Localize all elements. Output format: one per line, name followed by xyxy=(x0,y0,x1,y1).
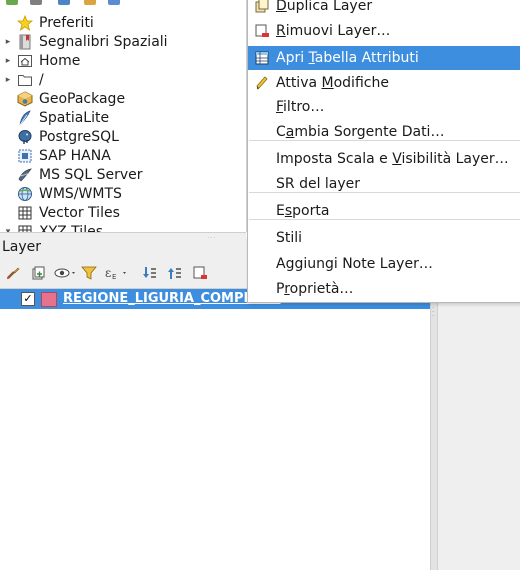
menu-item-label: Aggiungi Note Layer… xyxy=(276,256,433,272)
mssql-icon xyxy=(16,167,34,183)
menu-icon-spacer xyxy=(248,252,276,276)
postgresql-elephant-icon xyxy=(16,129,34,145)
browser-item-wms-wmts[interactable]: WMS/WMTS xyxy=(0,184,246,203)
menu-item-set-scale-visibility[interactable]: Imposta Scala e Visibilità Layer… xyxy=(248,147,520,171)
tree-expander[interactable]: ▸ xyxy=(0,75,16,85)
enable-properties-icon[interactable] xyxy=(108,0,120,5)
browser-item-mssql[interactable]: MS SQL Server xyxy=(0,165,246,184)
layer-context-menu: Duplica Layer Rimuovi Layer… Apri Tabell… xyxy=(247,0,520,303)
home-folder-icon xyxy=(16,53,34,69)
browser-item-home[interactable]: ▸ Home xyxy=(0,51,246,70)
browser-item-label: GeoPackage xyxy=(39,90,126,107)
menu-item-label: Proprietà… xyxy=(276,281,354,297)
layer-tree: ✓ REGIONE_LIGURIA_COMPLETO xyxy=(0,288,430,571)
browser-item-label: Segnalibri Spaziali xyxy=(39,33,168,50)
menu-item-remove-layer[interactable]: Rimuovi Layer… xyxy=(248,19,520,43)
browser-item-label: Preferiti xyxy=(39,14,94,31)
collapse-all-icon[interactable] xyxy=(84,0,96,5)
layer-symbol-swatch xyxy=(41,292,57,307)
menu-item-add-layer-notes[interactable]: Aggiungi Note Layer… xyxy=(248,252,520,276)
menu-item-toggle-editing[interactable]: Attiva Modifiche xyxy=(248,71,520,95)
browser-toolbar xyxy=(0,0,246,7)
menu-icon-spacer xyxy=(248,226,276,250)
browser-item-label: / xyxy=(39,71,44,88)
style-brush-icon[interactable] xyxy=(4,264,22,282)
menu-icon-spacer xyxy=(248,277,276,301)
menu-item-label: Rimuovi Layer… xyxy=(276,23,391,39)
expand-all-icon[interactable] xyxy=(141,264,159,282)
menu-item-label: SR del layer xyxy=(276,176,361,192)
menu-item-label: Esporta xyxy=(276,203,330,219)
attribute-table-icon xyxy=(248,46,276,70)
visibility-eye-icon[interactable] xyxy=(54,264,78,282)
svg-text:E: E xyxy=(112,273,116,281)
browser-item-label: WMS/WMTS xyxy=(39,185,122,202)
layer-visibility-checkbox[interactable]: ✓ xyxy=(21,292,35,306)
menu-separator xyxy=(249,140,520,141)
xyz-tiles-icon xyxy=(16,224,34,232)
menu-item-filter[interactable]: Filtro… xyxy=(248,95,520,119)
menu-item-label: Filtro… xyxy=(276,99,325,115)
browser-panel: Preferiti ▸ Segnalibri Spaziali ▸ Home ▸… xyxy=(0,0,246,232)
star-icon xyxy=(16,14,34,31)
filter-browser-icon[interactable] xyxy=(58,0,70,5)
menu-icon-spacer xyxy=(248,147,276,171)
sap-hana-icon xyxy=(16,148,34,164)
browser-item-spatial-bookmarks[interactable]: ▸ Segnalibri Spaziali xyxy=(0,32,246,51)
remove-layer-icon[interactable] xyxy=(191,264,209,282)
menu-item-open-attribute-table[interactable]: Apri Tabella Attributi xyxy=(248,46,520,70)
browser-item-label: XYZ Tiles xyxy=(39,223,103,233)
browser-item-label: MS SQL Server xyxy=(39,166,143,183)
browser-item-sap-hana[interactable]: SAP HANA xyxy=(0,146,246,165)
menu-item-label: Stili xyxy=(276,230,303,246)
browser-item-favorites[interactable]: Preferiti xyxy=(0,13,246,32)
geopackage-icon xyxy=(16,90,34,107)
menu-item-duplicate-layer[interactable]: Duplica Layer xyxy=(248,0,520,18)
folder-icon xyxy=(16,72,34,88)
spatialite-feather-icon xyxy=(16,109,34,126)
bookmark-book-icon xyxy=(16,34,34,50)
filter-funnel-icon[interactable] xyxy=(80,264,98,282)
menu-separator xyxy=(249,219,520,220)
menu-item-properties[interactable]: Proprietà… xyxy=(248,277,520,301)
svg-text:ε: ε xyxy=(105,266,111,280)
expression-filter-icon[interactable]: εE xyxy=(104,264,130,282)
splitter-grip-icon[interactable]: · · · xyxy=(432,305,434,320)
add-layer-icon[interactable] xyxy=(6,0,18,5)
menu-item-label: Imposta Scala e Visibilità Layer… xyxy=(276,151,509,167)
browser-item-xyz-tiles[interactable]: ▾ XYZ Tiles xyxy=(0,222,246,232)
wms-globe-icon xyxy=(16,186,34,202)
browser-item-postgresql[interactable]: PostgreSQL xyxy=(0,127,246,146)
refresh-icon[interactable] xyxy=(30,0,42,5)
browser-item-spatialite[interactable]: SpatiaLite xyxy=(0,108,246,127)
menu-item-label: Attiva Modifiche xyxy=(276,75,389,91)
menu-item-label: Apri Tabella Attributi xyxy=(276,50,419,66)
tree-expander[interactable]: ▸ xyxy=(0,37,16,47)
menu-icon-spacer xyxy=(248,95,276,119)
browser-item-geopackage[interactable]: GeoPackage xyxy=(0,89,246,108)
browser-item-label: SpatiaLite xyxy=(39,109,110,126)
menu-separator xyxy=(249,192,520,193)
menu-item-label: Cambia Sorgente Dati… xyxy=(276,124,445,140)
remove-layer-icon xyxy=(248,19,276,43)
collapse-all-icon[interactable] xyxy=(166,264,184,282)
right-dock-area xyxy=(430,288,520,570)
vertical-splitter[interactable] xyxy=(430,300,438,570)
browser-item-label: SAP HANA xyxy=(39,147,111,164)
browser-item-root-folder[interactable]: ▸ / xyxy=(0,70,246,89)
menu-item-label: Duplica Layer xyxy=(276,0,373,14)
vector-tiles-grid-icon xyxy=(16,205,34,221)
browser-item-vector-tiles[interactable]: Vector Tiles xyxy=(0,203,246,222)
layers-panel-title: Layer xyxy=(2,239,42,255)
add-group-icon[interactable] xyxy=(29,264,47,282)
pencil-edit-icon xyxy=(248,71,276,95)
duplicate-layer-icon xyxy=(248,0,276,18)
browser-item-label: PostgreSQL xyxy=(39,128,119,145)
browser-item-label: Vector Tiles xyxy=(39,204,120,221)
menu-item-styles[interactable]: Stili xyxy=(248,226,520,250)
browser-item-label: Home xyxy=(39,52,81,69)
tree-expander[interactable]: ▸ xyxy=(0,56,16,66)
